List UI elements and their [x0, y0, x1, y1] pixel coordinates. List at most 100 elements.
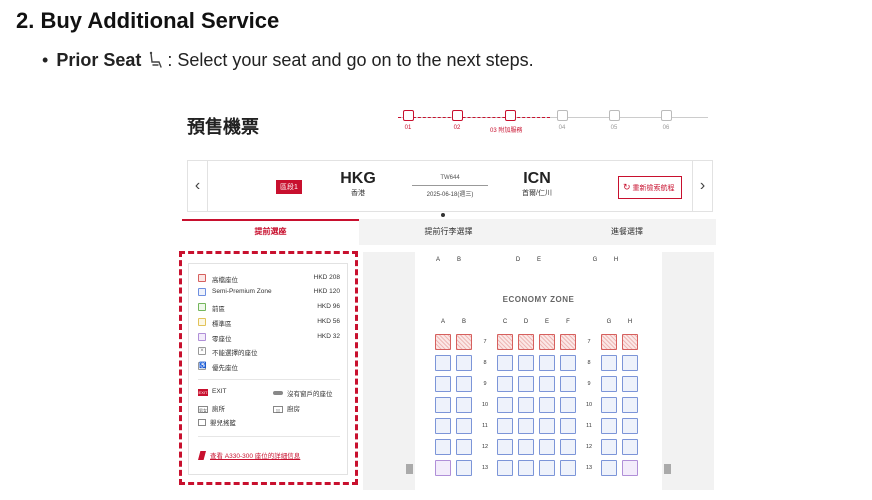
seat[interactable]: [497, 460, 513, 476]
flight-number: TW644: [440, 175, 460, 181]
row-number: 7: [483, 339, 487, 345]
seat[interactable]: [601, 460, 617, 476]
tab-meal[interactable]: 進餐選擇: [538, 219, 716, 245]
row-number: 8: [483, 360, 487, 366]
seat[interactable]: [601, 397, 617, 413]
refresh-icon: ↻: [623, 182, 631, 192]
column-letter: E: [544, 319, 549, 325]
seat[interactable]: [435, 460, 451, 476]
shield-icon: [608, 110, 620, 121]
seat[interactable]: [518, 376, 534, 392]
tab-prior-seat[interactable]: 提前選座: [182, 219, 359, 245]
seat[interactable]: [497, 334, 513, 350]
seat[interactable]: [622, 376, 638, 392]
seat[interactable]: [456, 376, 472, 392]
seat-map: ECONOMY ZONE A B D E G H A B C D E F G H 7 7 8 8 9 9 10 10 11 1…: [363, 252, 714, 490]
seat[interactable]: [622, 418, 638, 434]
origin: HKG 香港: [333, 170, 383, 198]
seat[interactable]: [518, 355, 534, 371]
research-flight-button[interactable]: ↻ 重新檢索航程: [618, 176, 682, 199]
seat[interactable]: [601, 376, 617, 392]
seat[interactable]: [622, 334, 638, 350]
seat[interactable]: [539, 439, 555, 455]
prior-seat-line: • Prior Seat: Select your seat and go on …: [42, 50, 534, 74]
service-tabs: 提前選座 提前行李選擇 進餐選擇: [182, 219, 716, 245]
seat[interactable]: [518, 460, 534, 476]
row-number: 11: [586, 423, 592, 429]
seat[interactable]: [456, 334, 472, 350]
column-letter: H: [627, 319, 633, 325]
seat[interactable]: [560, 418, 576, 434]
seat[interactable]: [539, 376, 555, 392]
seat[interactable]: [601, 334, 617, 350]
seat[interactable]: [622, 460, 638, 476]
column-letter: G: [606, 319, 612, 325]
seat[interactable]: [560, 397, 576, 413]
step-3: 03 附加服務: [490, 108, 522, 134]
seat[interactable]: [539, 334, 555, 350]
seat[interactable]: [601, 355, 617, 371]
section-heading: 2. Buy Additional Service: [16, 8, 280, 33]
seat[interactable]: [560, 355, 576, 371]
seat[interactable]: [539, 397, 555, 413]
seat[interactable]: [497, 376, 513, 392]
seat[interactable]: [518, 397, 534, 413]
seat[interactable]: [539, 418, 555, 434]
seat[interactable]: [539, 355, 555, 371]
seat[interactable]: [601, 418, 617, 434]
top-column-letter: H: [613, 257, 619, 263]
column-letter: A: [440, 319, 445, 325]
steps-progress: [398, 117, 550, 118]
next-segment-button[interactable]: ›: [692, 161, 712, 211]
seat[interactable]: [435, 418, 451, 434]
seat[interactable]: [497, 439, 513, 455]
top-column-letter: E: [536, 257, 541, 263]
route-line: [412, 185, 488, 186]
seat[interactable]: [456, 355, 472, 371]
seat[interactable]: [518, 334, 534, 350]
seat[interactable]: [435, 376, 451, 392]
carousel-dots[interactable]: [441, 204, 455, 235]
seat[interactable]: [435, 439, 451, 455]
seat[interactable]: [560, 460, 576, 476]
highlight-box: [179, 251, 358, 485]
row-number: 12: [481, 444, 489, 450]
seat[interactable]: [622, 355, 638, 371]
origin-name: 香港: [351, 190, 365, 197]
row-number: 9: [483, 381, 487, 387]
seat[interactable]: [497, 397, 513, 413]
flight-date: 2025-06-18(週三): [426, 192, 474, 198]
row-number: 9: [587, 381, 591, 387]
seat[interactable]: [456, 460, 472, 476]
tab-baggage[interactable]: 提前行李選擇: [359, 219, 538, 245]
seat[interactable]: [622, 397, 638, 413]
seat[interactable]: [539, 460, 555, 476]
seat[interactable]: [560, 334, 576, 350]
destination: ICN 首爾/仁川: [512, 170, 562, 198]
row-number: 11: [482, 423, 488, 429]
step-4: 04: [552, 108, 572, 131]
seat[interactable]: [435, 334, 451, 350]
seat[interactable]: [435, 397, 451, 413]
seat[interactable]: [497, 355, 513, 371]
zone-label: ECONOMY ZONE: [502, 295, 575, 304]
seat[interactable]: [560, 439, 576, 455]
seat[interactable]: [456, 397, 472, 413]
seat[interactable]: [518, 418, 534, 434]
prior-seat-text: : Select your seat and go on to the next…: [167, 50, 534, 70]
seat[interactable]: [456, 418, 472, 434]
step-6: 06: [656, 108, 676, 131]
seat[interactable]: [497, 418, 513, 434]
flight-bar: ‹ 區段1 HKG 香港 TW644 2025-06-18(週三) ICN 首爾…: [187, 160, 713, 235]
seat[interactable]: [518, 439, 534, 455]
seat[interactable]: [560, 376, 576, 392]
seat[interactable]: [601, 439, 617, 455]
row-number: 13: [585, 465, 593, 471]
prev-segment-button[interactable]: ‹: [188, 161, 208, 211]
seat[interactable]: [435, 355, 451, 371]
seat[interactable]: [456, 439, 472, 455]
exit-marker-left: [406, 464, 413, 474]
row-number: 7: [587, 339, 591, 345]
seat[interactable]: [622, 439, 638, 455]
economy-cabin: ECONOMY ZONE A B D E G H A B C D E F G H 7 7 8 8 9 9 10 10 11 1…: [415, 252, 662, 490]
